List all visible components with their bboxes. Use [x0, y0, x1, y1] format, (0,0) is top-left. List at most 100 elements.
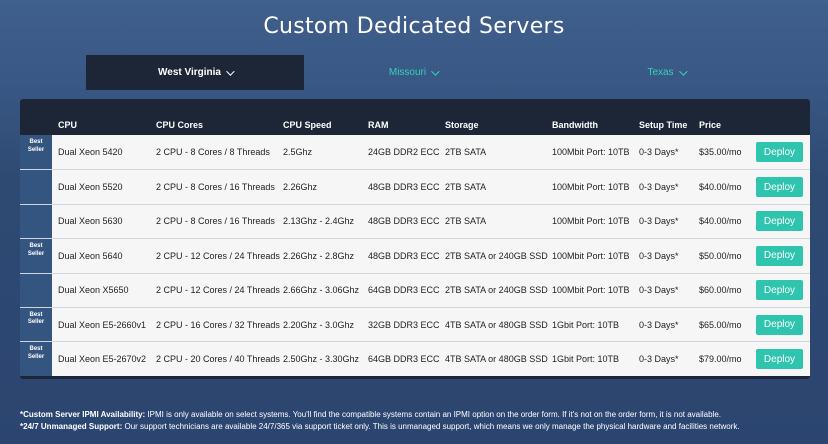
cell-ram: 64GB DDR3 ECC: [368, 285, 440, 296]
badge-label: Best Seller: [27, 311, 45, 326]
cell-ram: 32GB DDR3 ECC: [368, 319, 440, 330]
cell-cores: 2 CPU - 20 Cores / 40 Threads: [156, 354, 280, 365]
best-seller-badge: Best Seller: [20, 307, 52, 342]
cell-storage: 2TB SATA: [445, 182, 487, 193]
cell-storage: 4TB SATA or 480GB SSD: [445, 319, 548, 330]
tab-texas[interactable]: Texas: [522, 55, 810, 90]
table-row: Dual Xeon X5650 2 CPU - 12 Cores / 24 Th…: [20, 272, 810, 307]
location-tabs: West Virginia Missouri Texas: [20, 55, 810, 90]
page-title: Custom Dedicated Servers: [263, 14, 565, 39]
deploy-button[interactable]: Deploy: [756, 280, 803, 301]
cell-cores: 2 CPU - 12 Cores / 24 Threads: [156, 250, 280, 261]
header-speed: CPU Speed: [283, 120, 332, 130]
table-row: Best Seller Dual Xeon 5420 2 CPU - 8 Cor…: [20, 135, 810, 170]
cell-cpu: Dual Xeon 5420: [58, 147, 123, 158]
badge-label: Best Seller: [27, 139, 45, 153]
table-header: CPU CPU Cores CPU Speed RAM Storage Band…: [20, 99, 810, 135]
cell-storage: 2TB SATA: [445, 216, 487, 227]
cell-speed: 2.13Ghz - 2.4Ghz: [283, 216, 355, 227]
tab-label: Texas: [647, 67, 674, 78]
cell-storage: 4TB SATA or 480GB SSD: [445, 354, 548, 365]
best-seller-badge: Best Seller: [20, 342, 52, 376]
cell-storage: 2TB SATA or 240GB SSD: [445, 250, 548, 261]
cell-ram: 48GB DDR3 ECC: [368, 216, 440, 227]
cell-cpu: Dual Xeon 5640: [58, 250, 123, 261]
best-seller-badge: Best Seller: [20, 135, 52, 170]
cell-setup-time: 0-3 Days*: [639, 319, 679, 330]
cell-speed: 2.50Ghz - 3.30Ghz: [283, 354, 360, 365]
cell-speed: 2.26Ghz - 2.8Ghz: [283, 250, 355, 261]
cell-cpu: Dual Xeon 5520: [58, 182, 123, 193]
row-marker: [20, 170, 52, 204]
cell-cpu: Dual Xeon E5-2660v1: [58, 319, 147, 330]
footnote-support: *24/7 Unmanaged Support: Our support tec…: [20, 421, 820, 433]
cell-price: $40.00/mo: [699, 182, 742, 193]
row-marker: [20, 204, 52, 239]
cell-ram: 48GB DDR3 ECC: [368, 250, 440, 261]
cell-price: $79.00/mo: [699, 354, 742, 365]
chevron-down-icon: [226, 66, 235, 76]
cell-price: $60.00/mo: [699, 285, 742, 296]
deploy-button[interactable]: Deploy: [756, 245, 803, 266]
cell-ram: 48GB DDR3 ECC: [368, 182, 440, 193]
cell-bandwidth: 1Gbit Port: 10TB: [552, 354, 620, 365]
cell-storage: 2TB SATA or 240GB SSD: [445, 285, 548, 296]
cell-ram: 24GB DDR2 ECC: [368, 147, 440, 158]
cell-cores: 2 CPU - 12 Cores / 24 Threads: [156, 285, 280, 296]
cell-speed: 2.5Ghz: [283, 147, 313, 158]
row-marker: [20, 273, 52, 307]
cell-price: $65.00/mo: [699, 319, 742, 330]
deploy-button[interactable]: Deploy: [756, 142, 803, 163]
cell-bandwidth: 100Mbit Port: 10TB: [552, 216, 630, 227]
cell-price: $35.00/mo: [699, 147, 742, 158]
deploy-button[interactable]: Deploy: [756, 314, 803, 335]
cell-cores: 2 CPU - 8 Cores / 16 Threads: [156, 216, 275, 227]
tab-label: West Virginia: [158, 67, 221, 78]
footnote-text: Our support technicians are available 24…: [122, 422, 740, 431]
chevron-down-icon: [678, 66, 688, 76]
cell-bandwidth: 1Gbit Port: 10TB: [552, 319, 620, 330]
header-bandwidth: Bandwidth: [552, 120, 598, 130]
header-price: Price: [699, 120, 722, 130]
cell-setup-time: 0-3 Days*: [639, 250, 679, 261]
cell-cores: 2 CPU - 16 Cores / 32 Threads: [156, 319, 280, 330]
best-seller-badge: Best Seller: [20, 239, 52, 273]
cell-speed: 2.66Ghz - 3.06Ghz: [283, 285, 360, 296]
deploy-button[interactable]: Deploy: [756, 349, 803, 370]
cell-setup-time: 0-3 Days*: [639, 182, 679, 193]
cell-bandwidth: 100Mbit Port: 10TB: [552, 182, 630, 193]
tab-missouri[interactable]: Missouri: [304, 55, 522, 90]
cell-storage: 2TB SATA: [445, 147, 487, 158]
table-body: Best Seller Dual Xeon 5420 2 CPU - 8 Cor…: [20, 135, 810, 376]
cell-speed: 2.20Ghz - 3.0Ghz: [283, 319, 355, 330]
cell-setup-time: 0-3 Days*: [639, 285, 679, 296]
header-cores: CPU Cores: [156, 120, 204, 130]
table-row: Best Seller Dual Xeon 5640 2 CPU - 12 Co…: [20, 238, 810, 273]
servers-table: CPU CPU Cores CPU Speed RAM Storage Band…: [20, 99, 810, 379]
cell-bandwidth: 100Mbit Port: 10TB: [552, 285, 630, 296]
cell-ram: 64GB DDR3 ECC: [368, 354, 440, 365]
cell-setup-time: 0-3 Days*: [639, 147, 679, 158]
cell-cores: 2 CPU - 8 Cores / 16 Threads: [156, 182, 275, 193]
table-row: Dual Xeon 5520 2 CPU - 8 Cores / 16 Thre…: [20, 169, 810, 204]
cell-price: $50.00/mo: [699, 250, 742, 261]
tab-label: Missouri: [388, 67, 427, 78]
deploy-button[interactable]: Deploy: [756, 177, 803, 198]
cell-cpu: Dual Xeon X5650: [58, 285, 129, 296]
footnote-text: IPMI is only available on select systems…: [145, 410, 722, 419]
chevron-down-icon: [431, 66, 440, 76]
cell-bandwidth: 100Mbit Port: 10TB: [552, 147, 630, 158]
table-row: Best Seller Dual Xeon E5-2670v2 2 CPU - …: [20, 341, 810, 376]
badge-label: Best Seller: [27, 346, 45, 360]
cell-setup-time: 0-3 Days*: [639, 216, 679, 227]
footnote-ipmi: *Custom Server IPMI Availability: IPMI i…: [20, 409, 820, 421]
cell-setup-time: 0-3 Days*: [639, 354, 679, 365]
cell-cores: 2 CPU - 8 Cores / 8 Threads: [156, 147, 270, 158]
tab-west-virginia[interactable]: West Virginia: [86, 55, 304, 90]
header-setup-time: Setup Time: [639, 120, 688, 130]
header-storage: Storage: [445, 120, 479, 130]
deploy-button[interactable]: Deploy: [756, 211, 803, 232]
table-row: Dual Xeon 5630 2 CPU - 8 Cores / 16 Thre…: [20, 203, 810, 239]
cell-bandwidth: 100Mbit Port: 10TB: [552, 250, 630, 261]
cell-cpu: Dual Xeon E5-2670v2: [58, 354, 147, 365]
